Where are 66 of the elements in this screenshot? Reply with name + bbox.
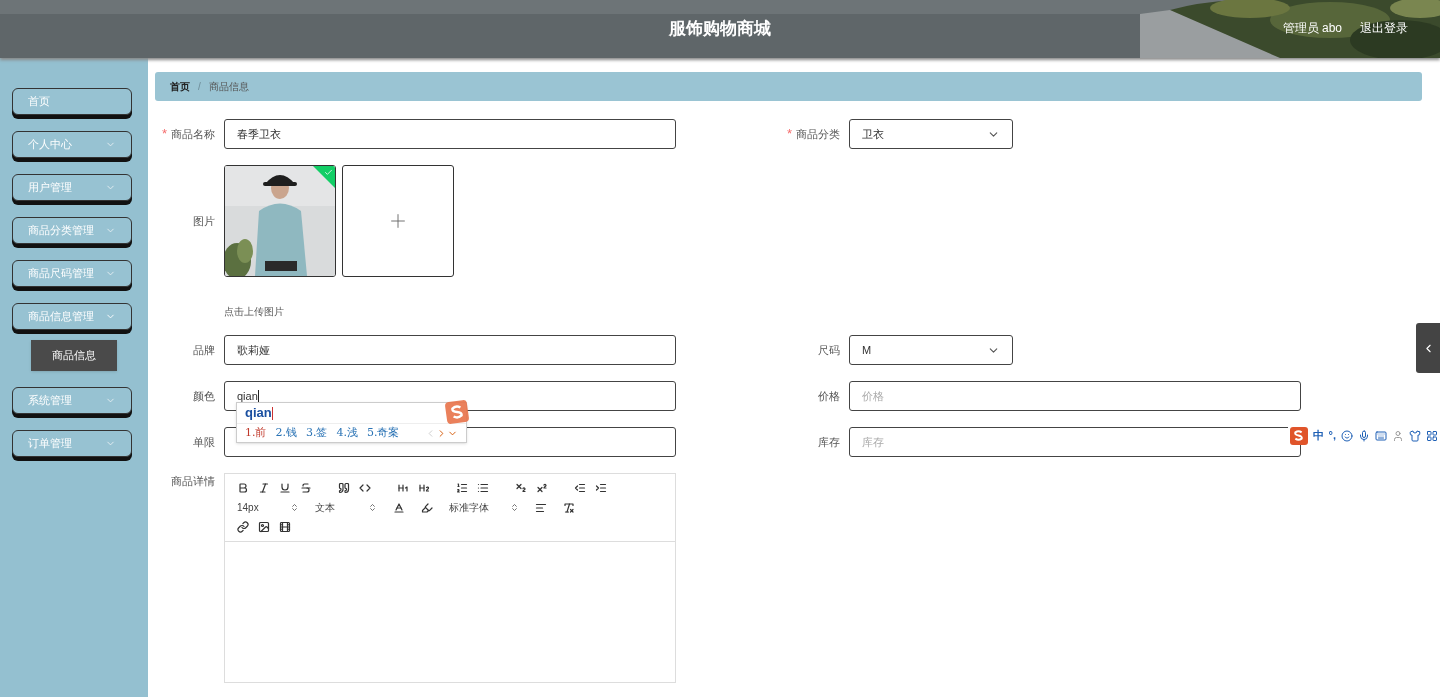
- heading-two-icon[interactable]: [418, 482, 430, 494]
- outdent-icon[interactable]: [574, 482, 586, 494]
- ime-candidate[interactable]: 5.奇案: [367, 424, 400, 442]
- breadcrumb-link[interactable]: 商品信息: [208, 79, 249, 94]
- clear-format-icon[interactable]: [563, 501, 575, 514]
- bold-icon[interactable]: [237, 482, 249, 494]
- link-icon[interactable]: [237, 521, 249, 533]
- align-icon[interactable]: [535, 501, 547, 514]
- numbered-list-icon[interactable]: [456, 482, 468, 494]
- ime-candidate[interactable]: 4.浅: [336, 424, 358, 442]
- breadcrumb-link[interactable]: 首页: [170, 79, 190, 94]
- upload-hint: 点击上传图片: [224, 305, 285, 319]
- text-field[interactable]: 歌莉娅: [224, 335, 676, 365]
- italic-icon[interactable]: [258, 482, 270, 494]
- field-label: 库存: [818, 434, 840, 450]
- user-name: 管理员 abo: [1282, 20, 1342, 37]
- upload-button[interactable]: [342, 165, 454, 277]
- toolbar-select[interactable]: 标准字体: [449, 500, 519, 515]
- up-down-icon: [290, 503, 299, 512]
- select-field[interactable]: 卫衣: [849, 119, 1013, 149]
- breadcrumb-separator: /: [198, 80, 201, 94]
- ime-candidate[interactable]: 1.前: [245, 424, 267, 442]
- rich-text-editor[interactable]: 14px 文本 标准字体: [224, 473, 676, 683]
- field-label: 价格: [818, 388, 840, 404]
- ime-candidate[interactable]: 3.签: [306, 424, 328, 442]
- toolbar-select[interactable]: 文本: [315, 500, 377, 515]
- video-icon[interactable]: [279, 521, 291, 533]
- check-icon: [324, 168, 333, 177]
- bullet-list-icon[interactable]: [477, 482, 489, 494]
- submenu-item[interactable]: 商品信息: [31, 340, 117, 371]
- side-panel-toggle[interactable]: [1416, 323, 1440, 373]
- text-field[interactable]: 春季卫衣: [224, 119, 676, 149]
- field-label: 商品分类: [796, 126, 840, 142]
- up-down-icon: [510, 503, 519, 512]
- smiley-icon[interactable]: [1341, 429, 1353, 442]
- superscript-icon[interactable]: [536, 482, 548, 494]
- quote-icon[interactable]: [338, 482, 350, 494]
- code-icon[interactable]: [359, 482, 371, 494]
- ime-candidate[interactable]: 2.钱: [275, 424, 297, 442]
- grid-icon[interactable]: [1426, 429, 1438, 442]
- strikethrough-icon[interactable]: [300, 482, 312, 494]
- field-label: 图片: [193, 213, 215, 229]
- shirt-icon[interactable]: [1409, 429, 1421, 442]
- site-title: 服饰购物商城: [669, 18, 771, 41]
- underline-icon[interactable]: [279, 482, 291, 494]
- heading-one-icon[interactable]: [397, 482, 409, 494]
- highlight-icon[interactable]: [421, 501, 433, 514]
- field-label: 尺码: [818, 342, 840, 358]
- indent-icon[interactable]: [595, 482, 607, 494]
- text-color-icon[interactable]: [393, 501, 405, 514]
- up-down-icon: [368, 503, 377, 512]
- field-label: 单限: [193, 434, 215, 450]
- keyboard-icon[interactable]: [1375, 429, 1387, 442]
- field-label: 商品名称: [171, 126, 215, 142]
- select-field[interactable]: M: [849, 335, 1013, 365]
- ime-status-text[interactable]: 中: [1312, 427, 1324, 444]
- ime-status-text[interactable]: °,: [1328, 427, 1336, 444]
- toolbar-select[interactable]: 14px: [237, 500, 299, 515]
- image-icon[interactable]: [258, 521, 270, 533]
- field-label: 品牌: [193, 342, 215, 358]
- field-label: 商品详情: [171, 474, 215, 489]
- required-mark: *: [786, 125, 792, 144]
- required-mark: *: [161, 125, 167, 144]
- field-label: 颜色: [193, 388, 215, 404]
- subscript-icon[interactable]: [515, 482, 527, 494]
- microphone-icon[interactable]: [1358, 429, 1370, 442]
